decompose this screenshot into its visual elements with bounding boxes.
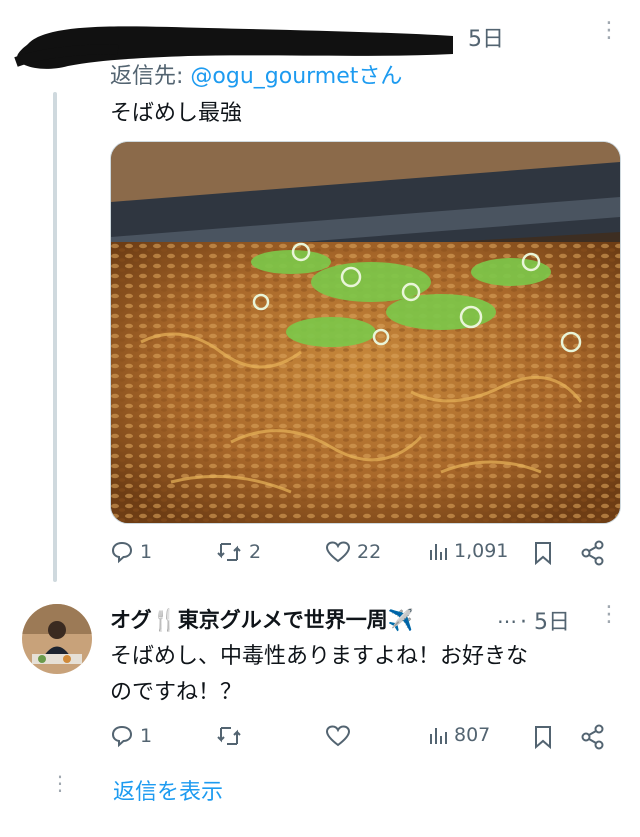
tweet1-photo[interactable] [110, 141, 621, 524]
tweet1-timestamp[interactable]: 5日 [468, 21, 504, 53]
tweet2-avatar[interactable] [22, 604, 92, 674]
thread-continuation-dots: ⋮ [50, 771, 70, 795]
bookmark-icon [535, 726, 551, 750]
tweet2-name-ellipsis: … [497, 604, 517, 628]
reply-icon [111, 725, 133, 748]
tweet2-text-line2: のですね！？ [110, 680, 243, 705]
tweet1-like-count: 22 [357, 541, 382, 563]
share-icon [581, 540, 604, 566]
tweet1-text: そばめし最強 [110, 101, 243, 126]
tweet1-reply-count: 1 [140, 541, 153, 563]
show-replies-link[interactable]: 返信を表示 [113, 774, 223, 806]
tweet2-reply-button[interactable]: 1 [110, 724, 152, 748]
tweet1-retweet-count: 2 [249, 541, 262, 563]
tweet2-text-line1: そばめし、中毒性ありますよね！お好きな [110, 644, 529, 669]
tweet1-retweet-button[interactable]: 2 [215, 540, 261, 564]
retweet-icon [217, 543, 241, 561]
tweet1-more-icon[interactable]: ⋮ [598, 20, 620, 42]
views-icon [430, 544, 447, 560]
tweet1-like-button[interactable]: 22 [325, 540, 381, 564]
tweet2-views-count: 807 [454, 724, 491, 746]
tweet2-timestamp[interactable]: · 5日 [520, 604, 570, 636]
bookmark-icon [535, 542, 551, 566]
heart-icon [325, 725, 351, 747]
reply-icon [111, 541, 133, 564]
reply-to-line: 返信先: @ogu_gourmetさん [110, 58, 402, 90]
tweet2-share-button[interactable] [580, 724, 606, 750]
heart-icon [325, 541, 351, 563]
tweet1-views-count: 1,091 [454, 540, 509, 562]
reply-to-label: 返信先: [110, 64, 191, 89]
tweet1-views-button[interactable]: 1,091 [428, 540, 508, 562]
tweet1-share-button[interactable] [580, 540, 606, 566]
tweet2-more-icon[interactable]: ⋮ [598, 604, 620, 626]
reply-to-handle-link[interactable]: @ogu_gourmet [190, 64, 358, 89]
avatar-photo [22, 604, 92, 674]
views-icon [430, 728, 447, 744]
tweet1-reply-button[interactable]: 1 [110, 540, 152, 564]
tweet2-retweet-button[interactable] [215, 724, 249, 748]
reply-to-suffix: さん [358, 64, 403, 89]
tweet2-reply-count: 1 [140, 725, 153, 747]
tweet2-bookmark-button[interactable] [532, 724, 554, 750]
fried-rice-image [111, 142, 620, 523]
tweet1-bookmark-button[interactable] [532, 540, 554, 566]
tweet2-views-button[interactable]: 807 [428, 724, 490, 746]
tweet2-author-name[interactable]: オグ🍴東京グルメで世界一周✈️ [110, 604, 490, 634]
share-icon [581, 724, 604, 750]
retweet-icon [217, 727, 241, 745]
thread-connector-line [53, 92, 57, 582]
tweet2-like-button[interactable] [325, 724, 357, 748]
